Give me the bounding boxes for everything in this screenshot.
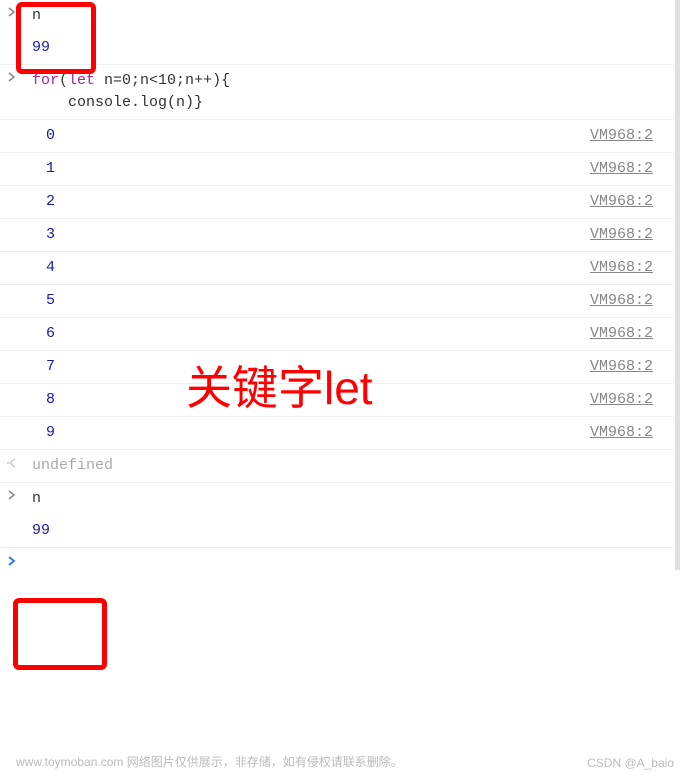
- console-return-row: undefined: [0, 450, 673, 483]
- console-log-row: 6VM968:2: [0, 318, 673, 351]
- source-link[interactable]: VM968:2: [590, 156, 673, 180]
- console-input-text: n: [24, 486, 673, 512]
- source-link[interactable]: VM968:2: [590, 255, 673, 279]
- console-log-row: 7VM968:2: [0, 351, 673, 384]
- output-chevron-icon: [0, 35, 24, 39]
- console-log-row: 0VM968:2: [0, 120, 673, 153]
- input-chevron-icon: [0, 3, 24, 17]
- watermark-left: www.toymoban.com 网络图片仅供展示，非存储，如有侵权请联系删除。: [16, 753, 403, 770]
- console-log-row: 2VM968:2: [0, 186, 673, 219]
- console-prompt[interactable]: [0, 548, 673, 570]
- console-log-value: 0: [24, 123, 590, 149]
- watermark-right: CSDN @A_baio: [587, 756, 674, 770]
- prompt-chevron-icon: [0, 552, 24, 566]
- source-link[interactable]: VM968:2: [590, 387, 673, 411]
- devtools-console: n 99 for(let n=0;n<10;n++){ console.log(…: [0, 0, 680, 570]
- source-link[interactable]: VM968:2: [590, 189, 673, 213]
- source-link[interactable]: VM968:2: [590, 420, 673, 444]
- console-log-value: 5: [24, 288, 590, 314]
- blank-gutter: [0, 156, 24, 160]
- console-log-value: 1: [24, 156, 590, 182]
- blank-gutter: [0, 321, 24, 325]
- console-log-row: 4VM968:2: [0, 252, 673, 285]
- source-link[interactable]: VM968:2: [590, 354, 673, 378]
- console-log-value: 2: [24, 189, 590, 215]
- input-chevron-icon: [0, 486, 24, 500]
- blank-gutter: [0, 288, 24, 292]
- console-result-row: 99: [0, 32, 673, 65]
- source-link[interactable]: VM968:2: [590, 123, 673, 147]
- source-link[interactable]: VM968:2: [590, 288, 673, 312]
- source-link[interactable]: VM968:2: [590, 222, 673, 246]
- source-link[interactable]: VM968:2: [590, 321, 673, 345]
- output-chevron-icon: [0, 518, 24, 522]
- console-result-row: 99: [0, 515, 673, 548]
- console-return-value: undefined: [24, 453, 673, 479]
- console-log-value: 6: [24, 321, 590, 347]
- console-log-value: 9: [24, 420, 590, 446]
- input-chevron-icon: [0, 68, 24, 82]
- console-log-row: 3VM968:2: [0, 219, 673, 252]
- console-result-value: 99: [24, 35, 673, 61]
- console-log-row: 9VM968:2: [0, 417, 673, 450]
- blank-gutter: [0, 222, 24, 226]
- console-input-text: n: [24, 3, 673, 29]
- console-log-value: 8: [24, 387, 590, 413]
- blank-gutter: [0, 354, 24, 358]
- console-code: for(let n=0;n<10;n++){ console.log(n)}: [24, 68, 673, 116]
- blank-gutter: [0, 189, 24, 193]
- console-log-value: 3: [24, 222, 590, 248]
- blank-gutter: [0, 123, 24, 127]
- blank-gutter: [0, 420, 24, 424]
- console-input-row[interactable]: for(let n=0;n<10;n++){ console.log(n)}: [0, 65, 673, 120]
- blank-gutter: [0, 387, 24, 391]
- console-log-value: 4: [24, 255, 590, 281]
- blank-gutter: [0, 255, 24, 259]
- console-result-value: 99: [24, 518, 673, 544]
- highlight-box: [13, 598, 107, 670]
- console-input-row[interactable]: n: [0, 0, 673, 32]
- console-log-row: 8VM968:2: [0, 384, 673, 417]
- console-input-row[interactable]: n: [0, 483, 673, 515]
- return-chevron-icon: [0, 453, 24, 469]
- console-log-row: 5VM968:2: [0, 285, 673, 318]
- console-log-value: 7: [24, 354, 590, 380]
- console-log-row: 1VM968:2: [0, 153, 673, 186]
